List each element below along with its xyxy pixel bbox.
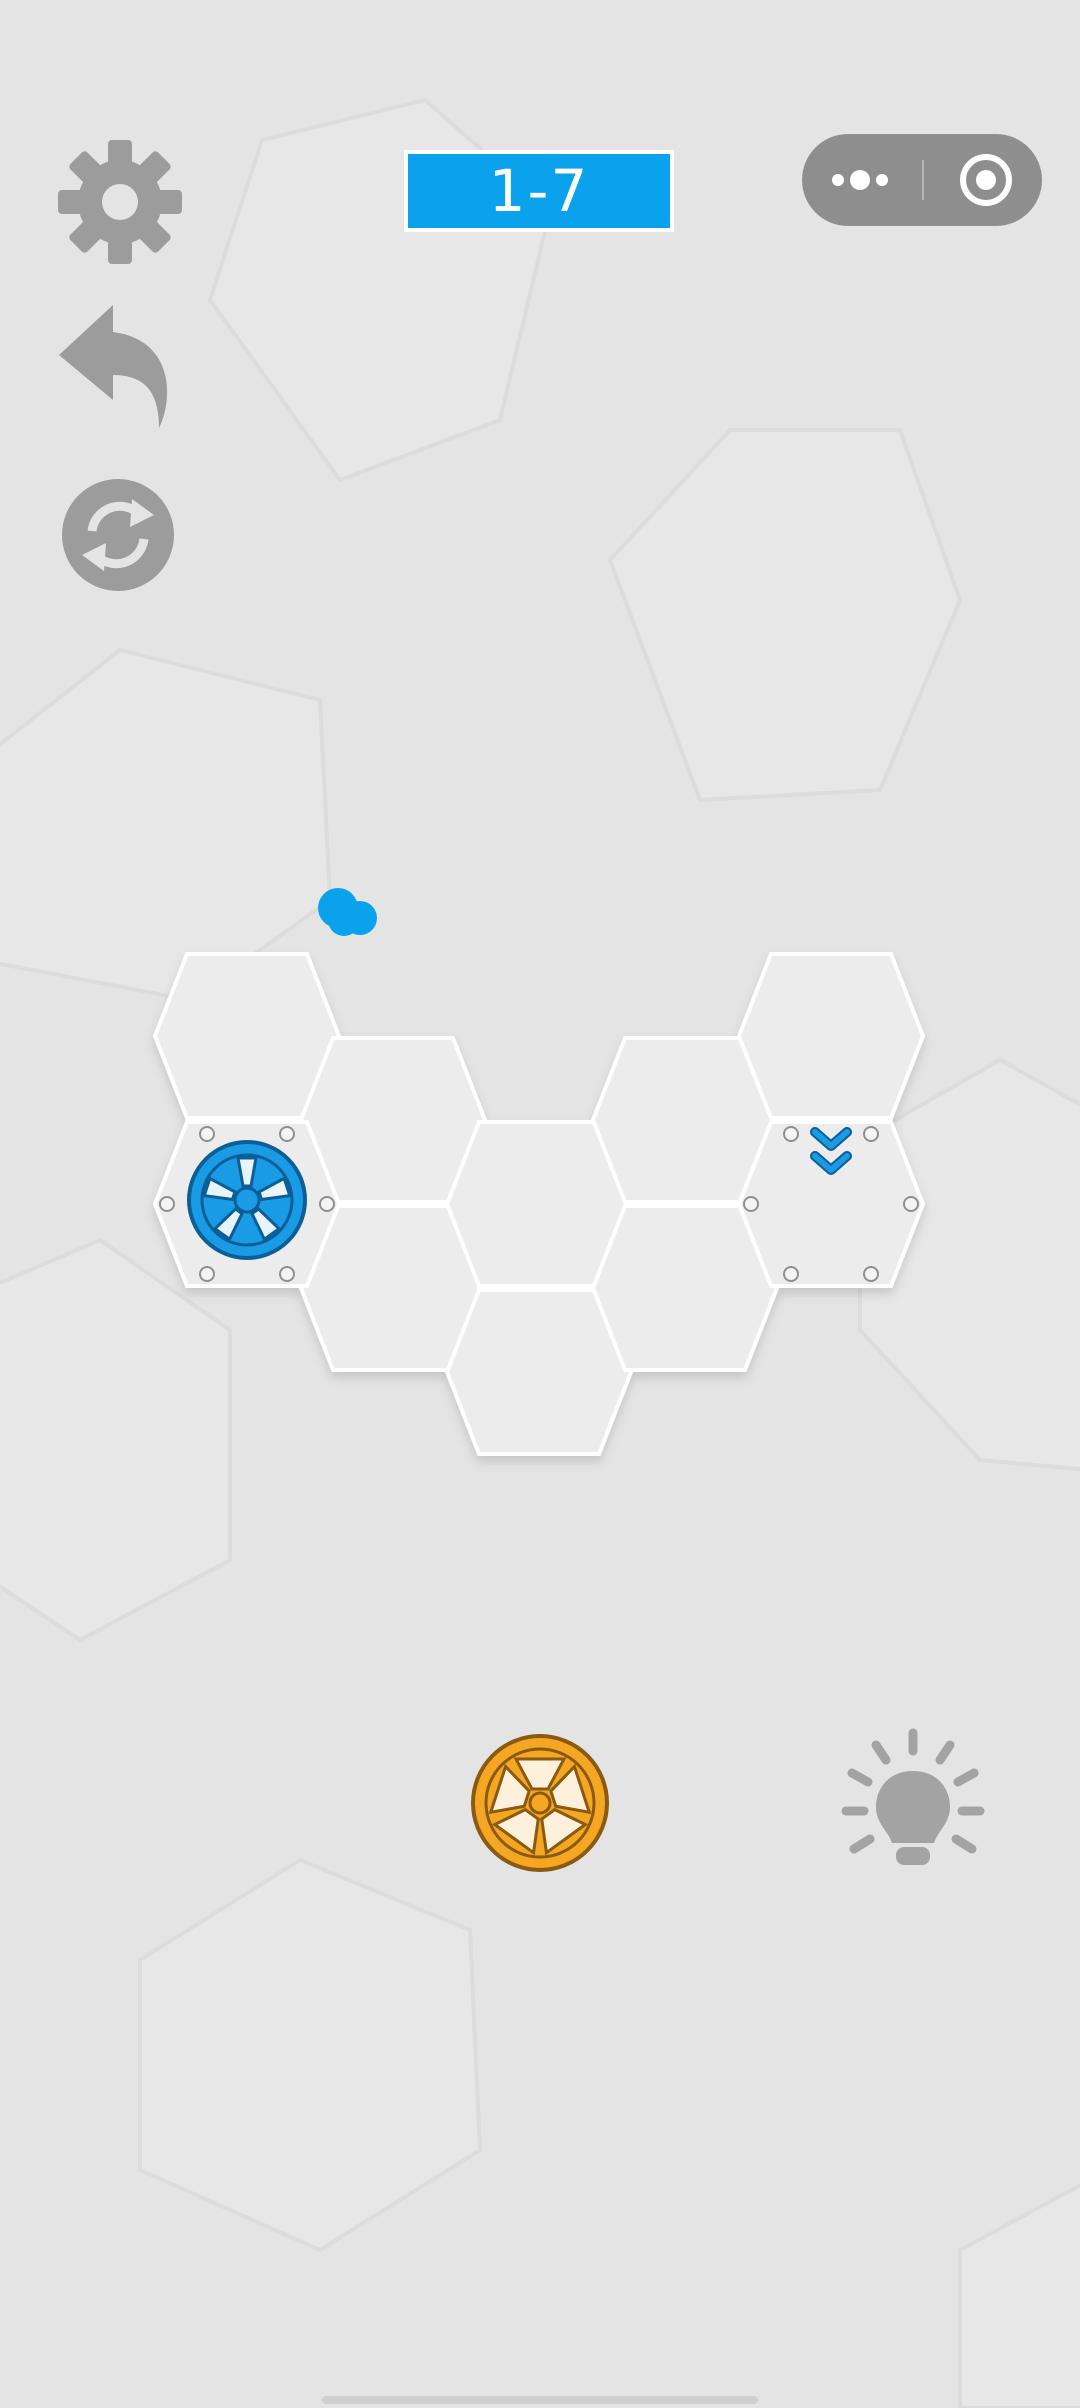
hex-board	[153, 952, 925, 1456]
background-hexagon	[138, 1857, 483, 2253]
hint-button[interactable]	[838, 1725, 988, 1875]
background-hexagon	[958, 2183, 1080, 2408]
lightbulb-icon	[841, 1728, 985, 1865]
game-screen: 1-7	[0, 0, 1080, 2408]
hex-tile[interactable]	[737, 952, 925, 1120]
next-wheel-piece[interactable]	[465, 1728, 615, 1878]
placed-wheel-piece[interactable]	[187, 1140, 307, 1260]
home-indicator	[322, 2396, 758, 2404]
